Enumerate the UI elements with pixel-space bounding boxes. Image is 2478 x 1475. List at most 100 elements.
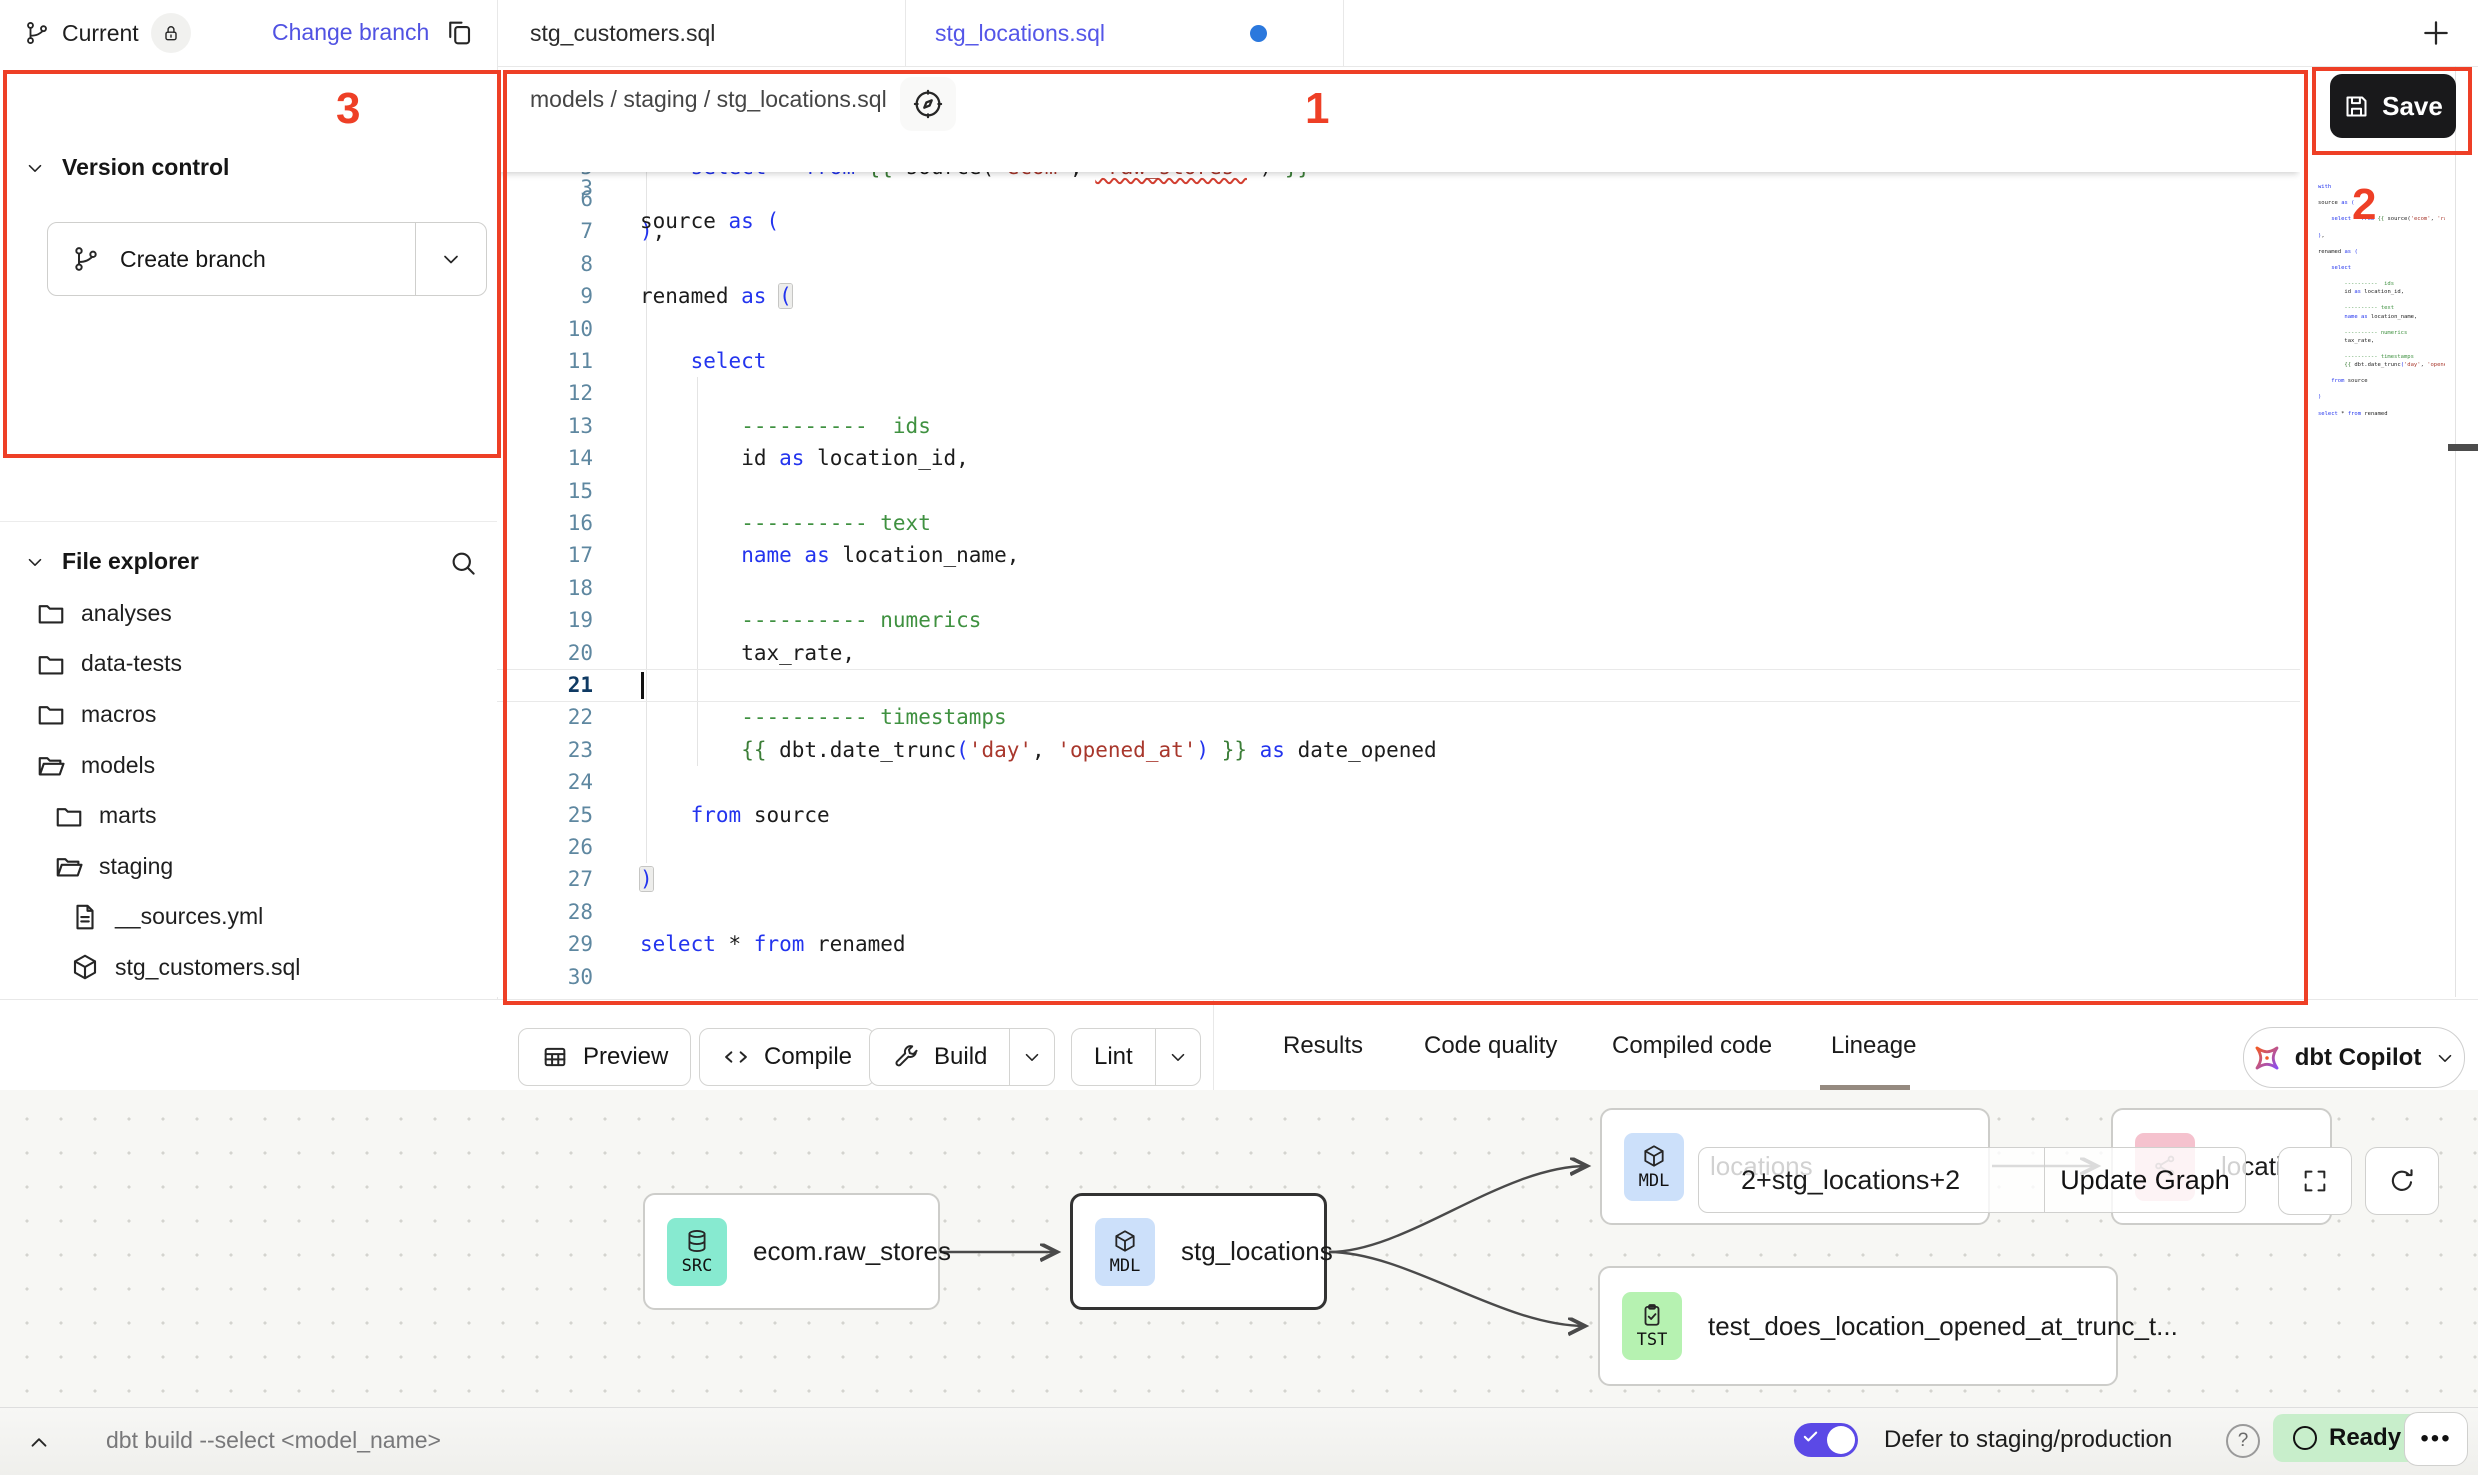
file-explorer-header[interactable]: File explorer xyxy=(24,548,199,575)
compile-button[interactable]: Compile xyxy=(699,1028,875,1086)
file-name: macros xyxy=(81,701,156,728)
tst-badge: TST xyxy=(1622,1292,1682,1360)
file-tree-item[interactable]: marts xyxy=(0,790,497,841)
minimap-line: ---------- text xyxy=(2318,304,2445,312)
cube-icon xyxy=(1112,1228,1138,1254)
tab-separator xyxy=(497,0,498,66)
version-control-header[interactable]: Version control xyxy=(24,154,229,181)
explore-button[interactable] xyxy=(900,77,956,131)
build-dropdown[interactable] xyxy=(1009,1029,1054,1085)
tab-compiled-code[interactable]: Compiled code xyxy=(1612,1000,1772,1091)
more-options-button[interactable]: ••• xyxy=(2404,1412,2468,1466)
tab-results[interactable]: Results xyxy=(1283,1000,1363,1091)
minimap-line: select * from renamed xyxy=(2318,410,2445,418)
code-text: name as location_name, xyxy=(741,539,1019,571)
code-line[interactable]: 14id as location_id, xyxy=(497,442,2300,474)
code-line[interactable]: 15 xyxy=(497,475,2300,507)
code-line[interactable]: 21 xyxy=(497,669,2300,701)
line-number: 22 xyxy=(497,701,593,733)
update-graph-button[interactable]: Update Graph xyxy=(2044,1148,2245,1212)
code-line[interactable]: 12 xyxy=(497,377,2300,409)
command-input[interactable]: dbt build --select <model_name> xyxy=(106,1427,441,1454)
code-line[interactable]: 26 xyxy=(497,831,2300,863)
code-line[interactable]: 13---------- ids xyxy=(497,410,2300,442)
code-line[interactable]: 23{{ dbt.date_trunc('day', 'opened_at') … xyxy=(497,734,2300,766)
code-line[interactable]: 22---------- timestamps xyxy=(497,701,2300,733)
code-line[interactable]: 29select * from renamed xyxy=(497,928,2300,960)
file-tree-item[interactable]: __sources.yml xyxy=(0,892,497,943)
code-line[interactable]: 25from source xyxy=(497,799,2300,831)
code-line[interactable]: 10 xyxy=(497,313,2300,345)
tab-separator xyxy=(905,0,906,66)
current-branch-chip[interactable]: Current xyxy=(24,13,191,53)
lineage-canvas[interactable]: MDL locations locations SRC ecom.raw_sto… xyxy=(0,1090,2478,1407)
chevron-down-icon xyxy=(24,551,46,573)
panel-resize-handle[interactable] xyxy=(2448,444,2478,451)
help-icon[interactable]: ? xyxy=(2226,1424,2260,1458)
new-tab-button[interactable] xyxy=(2420,17,2452,49)
folder-icon xyxy=(36,598,66,628)
code-line[interactable]: 24 xyxy=(497,766,2300,798)
lint-dropdown[interactable] xyxy=(1155,1029,1200,1085)
database-icon xyxy=(684,1228,710,1254)
lineage-node-test[interactable]: TST test_does_location_opened_at_trunc_t… xyxy=(1598,1266,2118,1386)
code-line[interactable]: 11select xyxy=(497,345,2300,377)
file-tree-item[interactable]: models xyxy=(0,740,497,791)
fullscreen-button[interactable] xyxy=(2278,1147,2352,1215)
code-line[interactable]: 30 xyxy=(497,961,2300,993)
defer-toggle[interactable] xyxy=(1794,1423,1858,1457)
save-button[interactable]: Save xyxy=(2330,74,2456,138)
collapse-command-bar-icon[interactable] xyxy=(26,1430,52,1456)
chevron-down-icon xyxy=(2434,1047,2456,1069)
code-line[interactable]: 9renamed as ( xyxy=(497,280,2300,312)
code-line[interactable]: 8 xyxy=(497,248,2300,280)
tab-stg-customers[interactable]: stg_customers.sql xyxy=(530,0,715,66)
file-tree-item[interactable]: staging xyxy=(0,841,497,892)
minimap-line xyxy=(2318,321,2445,329)
code-line[interactable]: 28 xyxy=(497,896,2300,928)
file-name: models xyxy=(81,752,155,779)
lineage-selector-input[interactable]: 2+stg_locations+2 xyxy=(1699,1148,2044,1212)
code-line[interactable]: 18 xyxy=(497,572,2300,604)
file-name: analyses xyxy=(81,600,172,627)
code-line[interactable]: 19---------- numerics xyxy=(497,604,2300,636)
create-branch-dropdown[interactable] xyxy=(415,223,486,295)
file-tree-item[interactable]: stg_customers.sql xyxy=(0,942,497,993)
code-line[interactable]: 20tax_rate, xyxy=(497,637,2300,669)
tab-lineage[interactable]: Lineage xyxy=(1831,1000,1916,1091)
refresh-icon xyxy=(2387,1166,2417,1196)
lineage-node-stg-locations[interactable]: MDL stg_locations xyxy=(1070,1193,1327,1310)
copy-branch-icon[interactable] xyxy=(444,17,474,47)
file-search-icon[interactable] xyxy=(448,548,478,578)
copilot-icon xyxy=(2252,1043,2282,1073)
toolbar-divider xyxy=(1213,1000,1214,1091)
minimap[interactable]: withsource as (select * from {{ source('… xyxy=(2318,183,2445,433)
preview-button[interactable]: Preview xyxy=(518,1028,691,1086)
refresh-button[interactable] xyxy=(2365,1147,2439,1215)
code-text: {{ dbt.date_trunc('day', 'opened_at') }}… xyxy=(741,734,1436,766)
code-line[interactable]: 16---------- text xyxy=(497,507,2300,539)
lint-button[interactable]: Lint xyxy=(1071,1028,1201,1086)
minimap-line: from source xyxy=(2318,377,2445,385)
code-editor[interactable]: 5select * from {{ source('ecom', 'raw_st… xyxy=(497,139,2300,997)
tab-code-quality[interactable]: Code quality xyxy=(1424,1000,1557,1091)
dbt-copilot-button[interactable]: dbt Copilot xyxy=(2243,1027,2465,1088)
code-line[interactable]: 27) xyxy=(497,863,2300,895)
lineage-node-ecom-raw-stores[interactable]: SRC ecom.raw_stores xyxy=(643,1193,940,1310)
status-badge[interactable]: Ready xyxy=(2273,1414,2421,1462)
wrench-icon xyxy=(892,1043,920,1071)
code-line[interactable]: 17name as location_name, xyxy=(497,539,2300,571)
git-branch-icon xyxy=(24,20,50,46)
file-tree-item[interactable]: macros xyxy=(0,689,497,740)
file-tree-item[interactable]: analyses xyxy=(0,588,497,639)
code-text: ---------- numerics xyxy=(741,604,981,636)
change-branch-link[interactable]: Change branch xyxy=(272,19,429,46)
tab-stg-locations[interactable]: stg_locations.sql xyxy=(935,0,1105,66)
line-number: 27 xyxy=(497,863,593,895)
minimap-line: ---------- ids xyxy=(2318,280,2445,288)
minimap-line xyxy=(2318,240,2445,248)
file-tree-item[interactable]: data-tests xyxy=(0,639,497,690)
build-button[interactable]: Build xyxy=(869,1028,1055,1086)
create-branch-button[interactable]: Create branch xyxy=(47,222,487,296)
annotation-label-3: 3 xyxy=(336,84,360,134)
